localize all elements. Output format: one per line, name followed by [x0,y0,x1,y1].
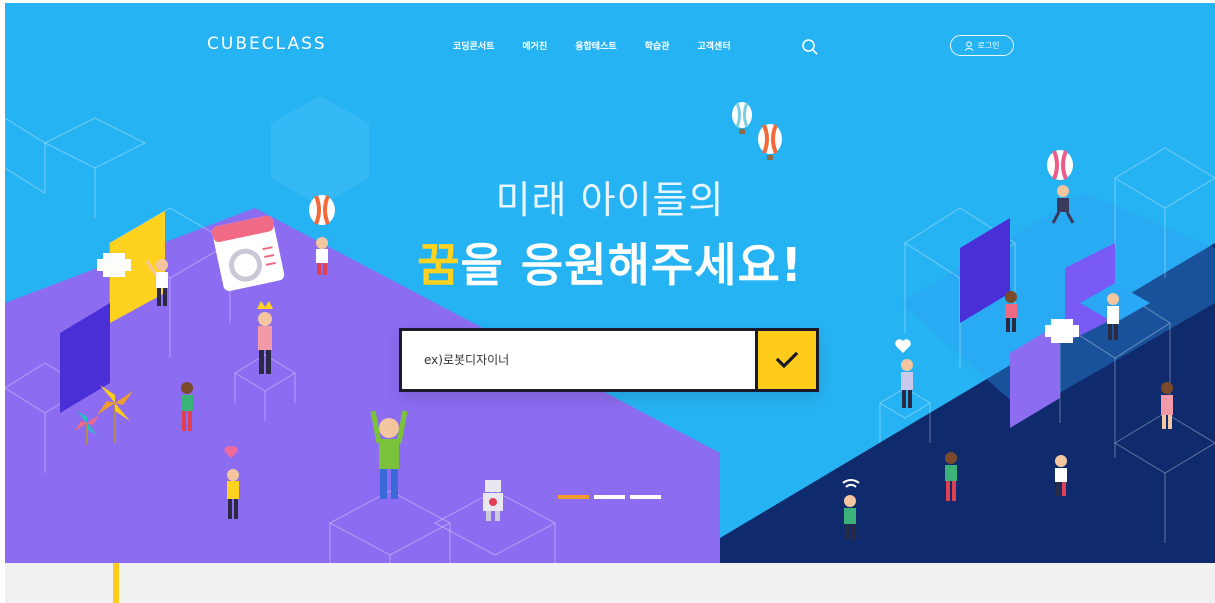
nav-item-convergence-test[interactable]: 융합테스트 [575,39,616,52]
hero-banner: CUBECLASS 코딩콘서트 메거진 융합테스트 학습관 고객센터 로그인 미… [5,3,1215,563]
search-submit-button[interactable] [758,331,816,389]
login-button[interactable]: 로그인 [950,35,1014,56]
pager-dot-3[interactable] [630,495,661,499]
hero-headline-accent: 꿈 [417,238,461,292]
site-header: CUBECLASS 코딩콘서트 메거진 융합테스트 학습관 고객센터 로그인 [5,3,1215,93]
nav-item-learning-center[interactable]: 학습관 [645,39,670,52]
hero-headline-rest: 을 응원해주세요! [460,238,803,292]
pager-dot-2[interactable] [594,495,625,499]
lower-accent-bar [113,563,119,603]
lower-section [5,563,1215,603]
login-label: 로그인 [977,41,1000,50]
dream-search-input[interactable] [402,331,755,389]
slide-pager [558,495,661,499]
nav-item-magazine[interactable]: 메거진 [522,39,547,52]
checkmark-icon [775,351,799,369]
page: CUBECLASS 코딩콘서트 메거진 융합테스트 학습관 고객센터 로그인 미… [0,0,1215,603]
hero-headline-line1: 미래 아이들의 [495,178,725,222]
nav-item-coding-concert[interactable]: 코딩콘서트 [453,39,494,52]
main-nav: 코딩콘서트 메거진 융합테스트 학습관 고객센터 [453,39,759,52]
pager-dot-1[interactable] [558,495,589,499]
brand-logo[interactable]: CUBECLASS [207,34,327,54]
search-icon[interactable] [800,37,820,57]
nav-item-customer-center[interactable]: 고객센터 [698,39,731,52]
user-icon [965,40,974,51]
dream-search-box [399,328,819,392]
hero-headline-line2: 꿈을 응원해주세요! [5,229,1215,295]
